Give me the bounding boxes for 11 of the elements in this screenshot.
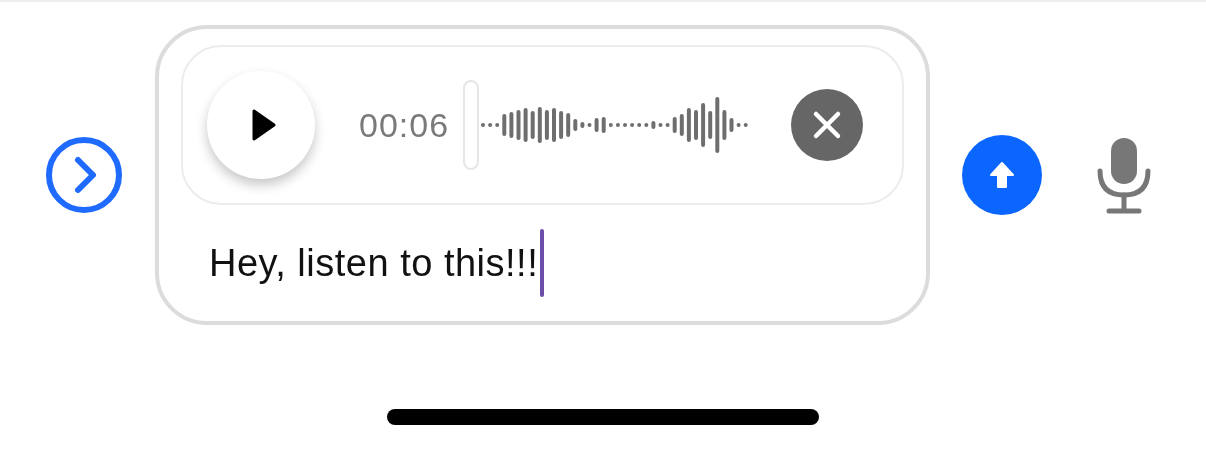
text-cursor [540, 229, 545, 297]
close-icon [812, 110, 843, 140]
play-icon [251, 108, 277, 142]
message-field[interactable]: 00:06 Hey, listen to this!!! [155, 25, 930, 325]
expand-button[interactable] [43, 134, 125, 216]
duration-label: 00:06 [359, 105, 450, 145]
message-text: Hey, listen to this!!! [209, 241, 539, 285]
arrow-up-icon [989, 161, 1015, 189]
chevron-right-icon [45, 136, 123, 214]
scrubber-handle[interactable] [463, 80, 480, 170]
play-button[interactable] [207, 71, 315, 179]
